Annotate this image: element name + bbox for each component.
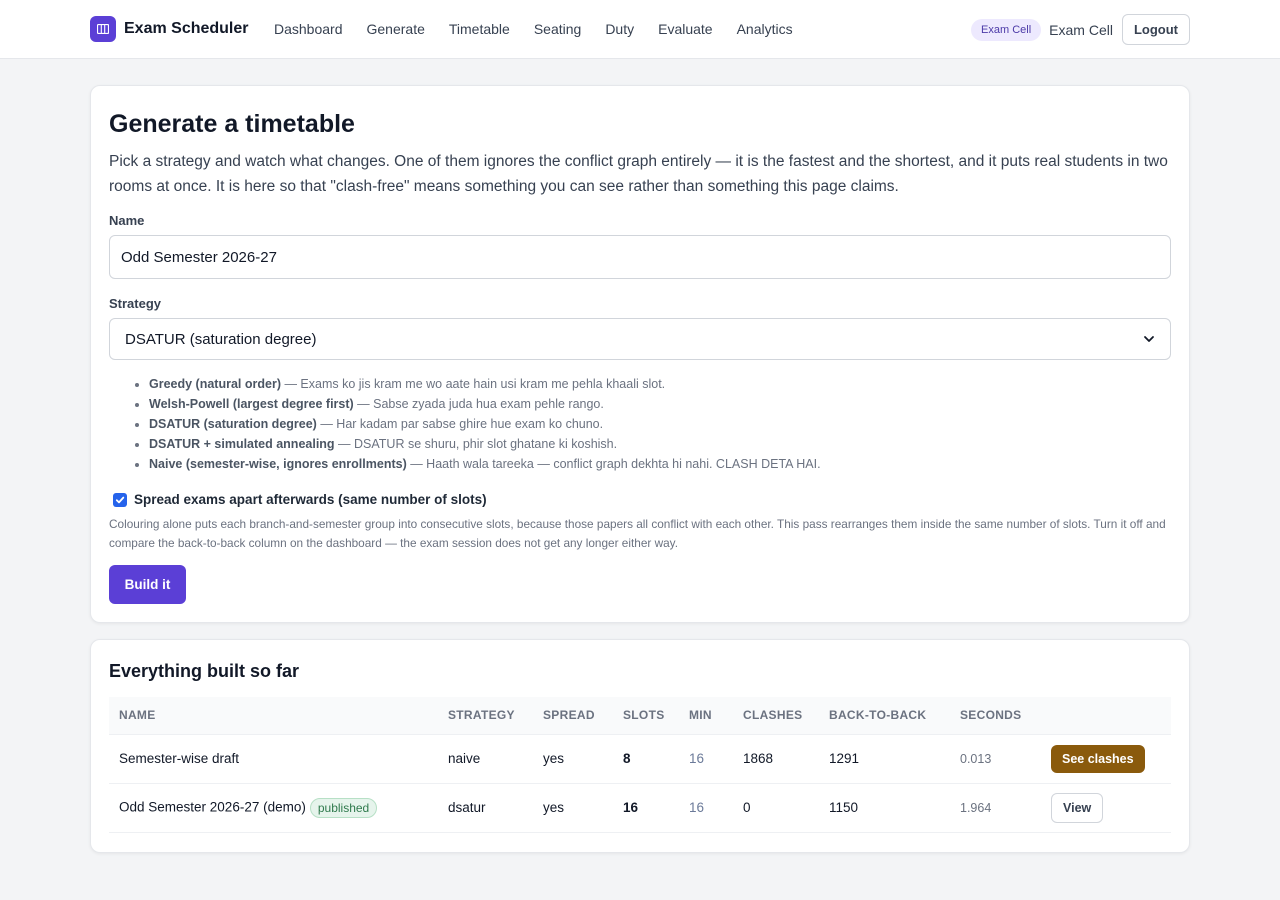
logout-button[interactable]: Logout: [1121, 14, 1190, 45]
role-badge: Exam Cell: [971, 18, 1042, 41]
col-header-back-to-back: BACK-TO-BACK: [819, 697, 950, 735]
cell-seconds: 1.964: [950, 783, 1041, 833]
build-button[interactable]: Build it: [109, 565, 186, 604]
user-name: Exam Cell: [1049, 21, 1113, 38]
spread-label[interactable]: Spread exams apart afterwards (same numb…: [134, 492, 487, 507]
spread-option: Spread exams apart afterwards (same numb…: [113, 492, 487, 507]
main-nav: Dashboard Generate Timetable Seating Dut…: [262, 18, 805, 40]
cell-strategy: dsatur: [438, 783, 533, 833]
runs-title: Everything built so far: [109, 661, 300, 681]
col-header-name: NAME: [109, 697, 438, 735]
strategy-desc-name: DSATUR (saturation degree): [149, 417, 317, 431]
checkmark-icon: [115, 496, 125, 503]
strategy-selected-value: DSATUR (saturation degree): [125, 330, 317, 348]
col-header-actions: [1041, 697, 1171, 735]
cell-min: 16: [679, 734, 733, 784]
cell-back-to-back: 1291: [819, 734, 950, 784]
nav-seating[interactable]: Seating: [534, 18, 581, 40]
col-header-spread: SPREAD: [533, 697, 613, 735]
cell-slots: 8: [613, 734, 679, 784]
cell-name: Odd Semester 2026-27 (demo) published: [109, 783, 438, 833]
spread-checkbox[interactable]: [113, 492, 127, 507]
strategy-desc-name: DSATUR + simulated annealing: [149, 437, 335, 451]
strategy-desc-item: Welsh-Powell (largest degree first) — Sa…: [149, 394, 821, 414]
user-area: Exam Cell Exam Cell Logout: [971, 14, 1190, 45]
col-header-strategy: STRATEGY: [438, 697, 533, 735]
cell-back-to-back: 1150: [819, 783, 950, 833]
view-button[interactable]: View: [1051, 792, 1104, 823]
cell-action: See clashes: [1041, 734, 1171, 784]
cell-min: 16: [679, 783, 733, 833]
col-header-min: MIN: [679, 697, 733, 735]
nav-dashboard[interactable]: Dashboard: [274, 18, 343, 40]
nav-generate[interactable]: Generate: [367, 18, 425, 40]
cell-slots: 16: [613, 783, 679, 833]
table-row: Odd Semester 2026-27 (demo) published dsa…: [109, 783, 1171, 833]
chevron-down-icon: [1144, 336, 1154, 342]
runs-card: Everything built so far NAME STRATEGY SP…: [90, 639, 1190, 853]
app-title: Exam Scheduler: [124, 20, 249, 37]
strategy-desc-text: — Haath wala tareeka — conflict graph de…: [406, 457, 821, 471]
strategy-desc-item: DSATUR (saturation degree) — Har kadam p…: [149, 414, 821, 434]
col-header-clashes: CLASHES: [733, 697, 819, 735]
strategy-label: Strategy: [109, 296, 162, 311]
name-label: Name: [109, 213, 145, 228]
strategy-desc-item: Naive (semester-wise, ignores enrollment…: [149, 454, 821, 474]
spread-help-text: Colouring alone puts each branch-and-sem…: [109, 517, 1166, 550]
published-badge: published: [309, 797, 378, 818]
run-name: Semester-wise draft: [119, 751, 240, 766]
generate-card: Generate a timetable Pick a strategy and…: [90, 85, 1190, 623]
calendar-columns-icon: [90, 16, 116, 42]
nav-analytics[interactable]: Analytics: [737, 18, 793, 40]
strategy-desc-item: DSATUR + simulated annealing — DSATUR se…: [149, 434, 821, 454]
nav-duty[interactable]: Duty: [605, 18, 634, 40]
name-input[interactable]: [109, 235, 1171, 279]
strategy-select[interactable]: DSATUR (saturation degree): [109, 318, 1171, 360]
top-navbar: Exam Scheduler Dashboard Generate Timeta…: [0, 0, 1280, 59]
page-description: Pick a strategy and watch what changes. …: [109, 153, 1168, 195]
nav-timetable[interactable]: Timetable: [449, 18, 510, 40]
cell-action: View: [1041, 783, 1171, 833]
run-name: Odd Semester 2026-27 (demo): [119, 799, 306, 815]
cell-spread: yes: [533, 783, 613, 833]
cell-clashes: 0: [733, 783, 819, 833]
cell-spread: yes: [533, 734, 613, 784]
strategy-desc-text: — Exams ko jis kram me wo aate hain usi …: [280, 377, 666, 391]
table-header-row: NAME STRATEGY SPREAD SLOTS MIN CLASHES B…: [109, 697, 1171, 735]
nav-evaluate[interactable]: Evaluate: [658, 18, 712, 40]
cell-name: Semester-wise draft: [109, 734, 438, 784]
see-clashes-button[interactable]: See clashes: [1051, 744, 1145, 773]
col-header-seconds: SECONDS: [950, 697, 1041, 735]
strategy-desc-item: Greedy (natural order) — Exams ko jis kr…: [149, 374, 821, 394]
strategy-desc-name: Greedy (natural order): [149, 377, 281, 391]
cell-seconds: 0.013: [950, 734, 1041, 784]
strategy-desc-text: — DSATUR se shuru, phir slot ghatane ki …: [334, 437, 618, 451]
runs-table: NAME STRATEGY SPREAD SLOTS MIN CLASHES B…: [109, 697, 1171, 833]
page-title: Generate a timetable: [109, 110, 355, 138]
cell-strategy: naive: [438, 734, 533, 784]
strategy-desc-text: — Sabse zyada juda hua exam pehle rango.: [353, 397, 604, 411]
col-header-slots: SLOTS: [613, 697, 679, 735]
strategy-desc-name: Naive (semester-wise, ignores enrollment…: [149, 457, 407, 471]
table-row: Semester-wise draft naive yes 8 16 1868 …: [109, 734, 1171, 784]
strategy-descriptions: Greedy (natural order) — Exams ko jis kr…: [131, 374, 821, 474]
strategy-desc-text: — Har kadam par sabse ghire hue exam ko …: [316, 417, 604, 431]
brand[interactable]: Exam Scheduler: [90, 16, 249, 42]
strategy-desc-name: Welsh-Powell (largest degree first): [149, 397, 354, 411]
cell-clashes: 1868: [733, 734, 819, 784]
